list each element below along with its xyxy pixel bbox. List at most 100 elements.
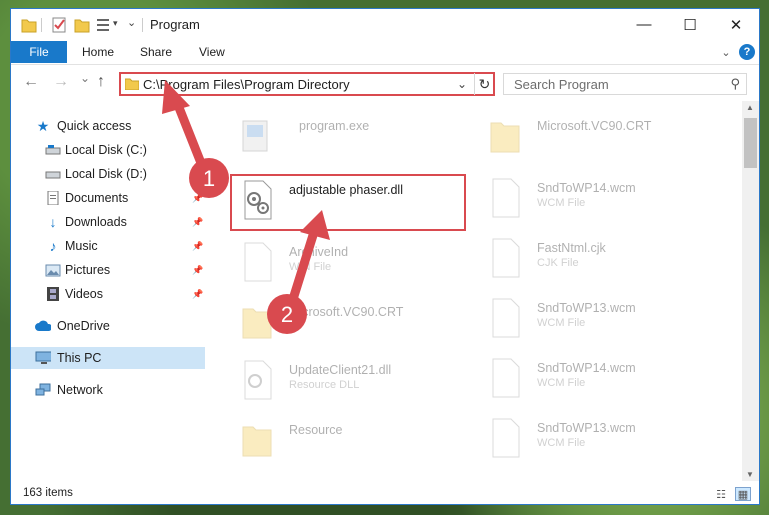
file-name: ArchiveInd	[289, 245, 349, 259]
customize-icon[interactable]	[95, 16, 111, 34]
sidebar-item-onedrive[interactable]: OneDrive	[11, 315, 205, 337]
vertical-scrollbar[interactable]: ▲ ▼	[742, 101, 759, 481]
tab-file[interactable]: File	[11, 41, 67, 63]
drive-icon	[45, 145, 61, 155]
maximize-button[interactable]: ☐	[667, 9, 713, 40]
network-icon	[35, 383, 51, 396]
drive-icon	[45, 171, 61, 179]
generic-file-icon	[492, 358, 520, 398]
folder-icon	[242, 426, 272, 457]
generic-file-icon	[492, 418, 520, 458]
sidebar-item-videos[interactable]: Videos 📌	[11, 283, 205, 305]
file-list: program.exe adjustable phaser.dll Archiv…	[207, 101, 741, 481]
tab-view[interactable]: View	[199, 45, 225, 59]
file-name: Resource	[289, 423, 343, 437]
file-type: WCM File	[537, 197, 586, 209]
file-type: WIN File	[289, 261, 332, 273]
search-input[interactable]: Search Program ⚲	[503, 73, 747, 95]
file-type: WCM File	[537, 377, 586, 389]
folder-icon	[242, 308, 272, 339]
pin-icon[interactable]: 📌	[192, 265, 203, 276]
star-icon: ★	[36, 117, 50, 134]
back-button[interactable]: ←	[23, 73, 39, 91]
sidebar-item-local-disk-d[interactable]: Local Disk (D:)	[11, 163, 205, 185]
list-item[interactable]: SndToWP14.wcm WCM File	[489, 177, 729, 233]
recent-locations-button[interactable]: ⌄	[80, 71, 90, 85]
tab-share[interactable]: Share	[140, 45, 172, 59]
close-button[interactable]: ✕	[713, 9, 759, 40]
forward-button[interactable]: →	[53, 73, 69, 91]
file-type: WCM File	[537, 437, 586, 449]
list-item[interactable]: program.exe	[239, 115, 479, 171]
properties-icon[interactable]	[51, 16, 67, 34]
minimize-button[interactable]: —	[621, 9, 667, 40]
new-folder-icon[interactable]	[74, 16, 90, 34]
search-icon: ⚲	[730, 76, 740, 91]
address-path: C:\Program Files\Program Directory	[143, 77, 350, 92]
quick-access-toolbar-dropdown-icon[interactable]: ⌄	[127, 16, 136, 29]
help-icon[interactable]: ?	[739, 44, 755, 60]
sidebar-item-music[interactable]: ♪ Music 📌	[11, 235, 205, 257]
pin-icon[interactable]: 📌	[192, 193, 203, 204]
sidebar-item-label: Pictures	[65, 263, 111, 277]
sidebar-item-local-disk-c[interactable]: Local Disk (C:)	[11, 139, 205, 161]
sidebar-item-quick-access[interactable]: ★ Quick access	[11, 115, 205, 137]
large-icons-view-icon[interactable]: ▦	[735, 487, 751, 501]
list-item[interactable]: Microsoft.VC90.CRT	[489, 115, 729, 171]
expand-ribbon-icon[interactable]: ⌄	[718, 44, 734, 60]
sidebar-item-network[interactable]: Network	[11, 379, 205, 401]
file-name: program.exe	[299, 119, 370, 133]
file-name: SndToWP13.wcm	[537, 301, 636, 315]
exe-file-icon	[242, 120, 268, 152]
generic-file-icon	[492, 178, 520, 218]
sidebar-item-pictures[interactable]: Pictures 📌	[11, 259, 205, 281]
sidebar-item-label: Local Disk (C:)	[65, 143, 147, 157]
refresh-button[interactable]: ↻	[474, 73, 494, 95]
navigation-bar: ← → ⌄ ↑ C:\Program Files\Program Directo…	[11, 64, 759, 100]
pin-icon[interactable]: 📌	[192, 289, 203, 300]
folder-icon	[125, 78, 139, 90]
dropdown-arrow-icon[interactable]: ▾	[113, 18, 118, 29]
details-view-icon[interactable]: ☷	[713, 487, 729, 501]
file-explorer-window: ▾ ⌄ Program — ☐ ✕ File Home Share View ⌄…	[10, 8, 760, 505]
file-type: WCM File	[537, 317, 586, 329]
list-item[interactable]: ArchiveInd WIN File	[241, 241, 481, 297]
dll-gear-file-icon	[244, 360, 272, 400]
tab-home[interactable]: Home	[82, 45, 114, 59]
address-bar[interactable]: C:\Program Files\Program Directory ⌄ ↻	[119, 72, 495, 96]
list-item[interactable]: FastNtml.cjk CJK File	[489, 237, 729, 293]
list-item[interactable]: SndToWP14.wcm WCM File	[489, 357, 729, 413]
scroll-up-icon[interactable]: ▲	[746, 103, 754, 112]
file-name: UpdateClient21.dll	[289, 363, 392, 377]
file-name: SndToWP14.wcm	[537, 181, 636, 195]
file-name: Microsoft.VC90.CRT	[289, 305, 404, 319]
sidebar-item-downloads[interactable]: ↓ Downloads 📌	[11, 211, 205, 233]
generic-file-icon	[244, 242, 272, 282]
list-item[interactable]: Microsoft.VC90.CRT	[241, 301, 481, 357]
navigation-pane: ★ Quick access Local Disk (C:) Local Dis…	[11, 101, 205, 481]
cloud-icon	[35, 320, 51, 331]
sidebar-item-label: Videos	[65, 287, 103, 301]
sidebar-item-label: Downloads	[65, 215, 127, 229]
up-button[interactable]: ↑	[97, 73, 105, 91]
address-dropdown-icon[interactable]: ⌄	[457, 77, 467, 91]
search-placeholder: Search Program	[514, 77, 609, 92]
sidebar-item-this-pc[interactable]: This PC	[11, 347, 205, 369]
sidebar-item-documents[interactable]: Documents 📌	[11, 187, 205, 209]
file-name: FastNtml.cjk	[537, 241, 606, 255]
file-name: SndToWP13.wcm	[537, 421, 636, 435]
computer-icon	[35, 351, 51, 364]
list-item[interactable]: Resource	[241, 419, 481, 475]
pin-icon[interactable]: 📌	[192, 241, 203, 252]
scroll-down-icon[interactable]: ▼	[746, 470, 754, 479]
scrollbar-thumb[interactable]	[744, 118, 757, 168]
file-highlight-box	[230, 174, 466, 231]
sidebar-item-label: Network	[57, 383, 103, 397]
list-item[interactable]: UpdateClient21.dll Resource DLL	[241, 359, 481, 415]
sidebar-item-label: Documents	[65, 191, 129, 205]
list-item[interactable]: SndToWP13.wcm WCM File	[489, 417, 729, 473]
list-item[interactable]: SndToWP13.wcm WCM File	[489, 297, 729, 353]
file-type: CJK File	[537, 257, 579, 269]
pin-icon[interactable]: 📌	[192, 217, 203, 228]
window-title: Program	[150, 17, 200, 32]
